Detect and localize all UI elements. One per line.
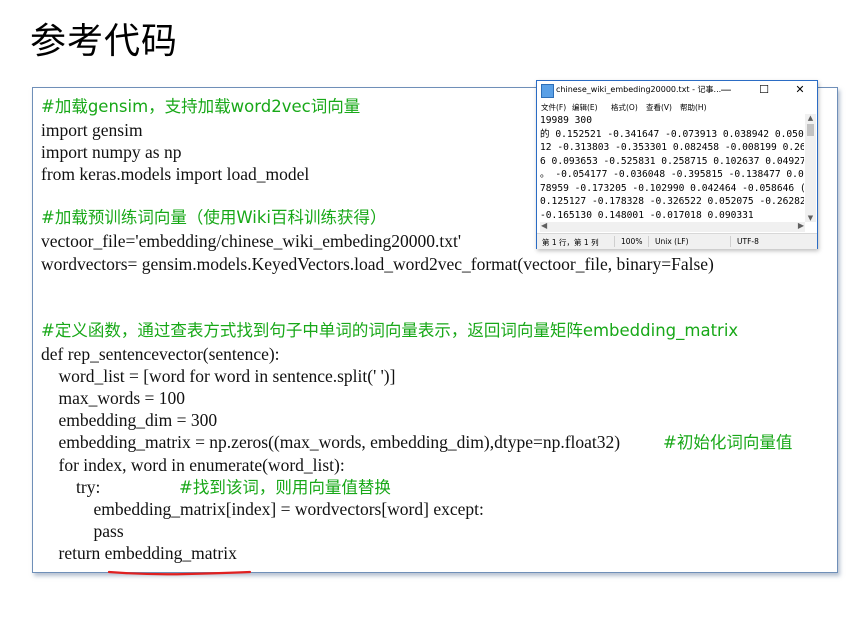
status-divider <box>648 236 649 247</box>
slide-title: 参考代码 <box>30 21 179 62</box>
code-line-assign: embedding_matrix[index] = wordvectors[wo… <box>41 499 484 519</box>
code-comment-load-gensim: #加载gensim，支持加载word2vec词向量 <box>41 97 361 116</box>
status-divider <box>614 236 615 247</box>
code-line-def: def rep_sentencevector(sentence): <box>41 344 280 364</box>
minimize-button[interactable]: — <box>713 81 739 99</box>
notepad-window[interactable]: chinese_wiki_embeding20000.txt - 记事... —… <box>536 80 818 249</box>
menu-format[interactable]: 格式(O) <box>611 102 638 113</box>
menu-edit[interactable]: 编辑(E) <box>572 102 598 113</box>
code-line-import-keras: from keras.models import load_model <box>41 164 310 184</box>
code-line-embedding-dim: embedding_dim = 300 <box>41 410 218 430</box>
code-line-wordvectors: wordvectors= gensim.models.KeyedVectors.… <box>41 254 714 274</box>
close-button[interactable]: ✕ <box>787 81 813 99</box>
menu-file[interactable]: 文件(F) <box>541 102 566 113</box>
scroll-right-arrow-icon[interactable]: ▶ <box>798 221 804 230</box>
scroll-thumb[interactable] <box>807 124 814 136</box>
notepad-statusbar: 第 1 行，第 1 列 100% Unix (LF) UTF-8 <box>537 233 817 249</box>
code-line-max-words: max_words = 100 <box>41 388 186 408</box>
code-line-return: return embedding_matrix <box>41 543 237 563</box>
code-comment-init-vectors: #初始化词向量值 <box>663 433 793 452</box>
notepad-text-line: 0.125127 -0.178328 -0.326522 0.052075 -0… <box>540 196 804 207</box>
status-zoom: 100% <box>621 237 643 246</box>
notepad-text-line: 12 -0.313803 -0.353301 0.082458 -0.00819… <box>540 142 804 153</box>
scroll-up-arrow-icon[interactable]: ▲ <box>805 114 816 122</box>
scroll-down-arrow-icon[interactable]: ▼ <box>805 214 816 222</box>
notepad-vertical-scrollbar[interactable]: ▲ ▼ <box>805 114 816 222</box>
code-comment-define-function: #定义函数，通过查表方式找到句子中单词的词向量表示，返回词向量矩阵embeddi… <box>41 321 739 340</box>
code-line-import-gensim: import gensim <box>41 120 143 140</box>
notepad-app-icon <box>541 84 554 98</box>
code-line-embedding-matrix: embedding_matrix = np.zeros((max_words, … <box>41 432 621 452</box>
notepad-text-area[interactable]: 19989 300 的 0.152521 -0.341647 -0.073913… <box>540 114 804 222</box>
notepad-menubar: 文件(F) 编辑(E) 格式(O) 查看(V) 帮助(H) <box>537 99 817 113</box>
code-comment-replace: #找到该词，则用向量值替换 <box>179 478 391 497</box>
status-encoding: UTF-8 <box>737 237 759 246</box>
status-line-ending: Unix (LF) <box>655 237 689 246</box>
code-line-pass: pass <box>41 521 124 541</box>
notepad-text-line: -0.165130 0.148001 -0.017018 0.090331 <box>540 209 754 221</box>
menu-help[interactable]: 帮助(H) <box>680 102 707 113</box>
code-line-try: try: <box>41 477 101 497</box>
notepad-horizontal-scrollbar[interactable]: ◀ ▶ <box>540 221 805 232</box>
code-line-vector-file: vectoor_file='embedding/chinese_wiki_emb… <box>41 231 462 251</box>
notepad-text-line: 19989 300 <box>540 115 592 126</box>
scroll-left-arrow-icon[interactable]: ◀ <box>541 221 547 230</box>
menu-view[interactable]: 查看(V) <box>646 102 672 113</box>
notepad-title: chinese_wiki_embeding20000.txt - 记事... <box>556 85 722 94</box>
red-underline-mark <box>107 570 252 576</box>
code-line-word-list: word_list = [word for word in sentence.s… <box>41 366 396 386</box>
notepad-text-line: 6 0.093653 -0.525831 0.258715 0.102637 0… <box>540 155 804 167</box>
code-comment-load-pretrained: #加载预训练词向量（使用Wiki百科训练获得） <box>41 208 387 227</box>
status-divider <box>730 236 731 247</box>
notepad-text-line: 的 0.152521 -0.341647 -0.073913 0.038942 … <box>540 128 804 140</box>
code-line-for-loop: for index, word in enumerate(word_list): <box>41 455 345 475</box>
maximize-button[interactable]: ☐ <box>751 81 777 99</box>
notepad-text-line: 。 -0.054177 -0.036048 -0.395815 -0.13847… <box>540 169 804 180</box>
notepad-titlebar[interactable]: chinese_wiki_embeding20000.txt - 记事... —… <box>537 81 817 99</box>
code-line-import-numpy: import numpy as np <box>41 142 182 162</box>
status-position: 第 1 行，第 1 列 <box>542 238 599 247</box>
notepad-text-line: 78959 -0.173205 -0.102990 0.042464 -0.05… <box>540 182 804 194</box>
